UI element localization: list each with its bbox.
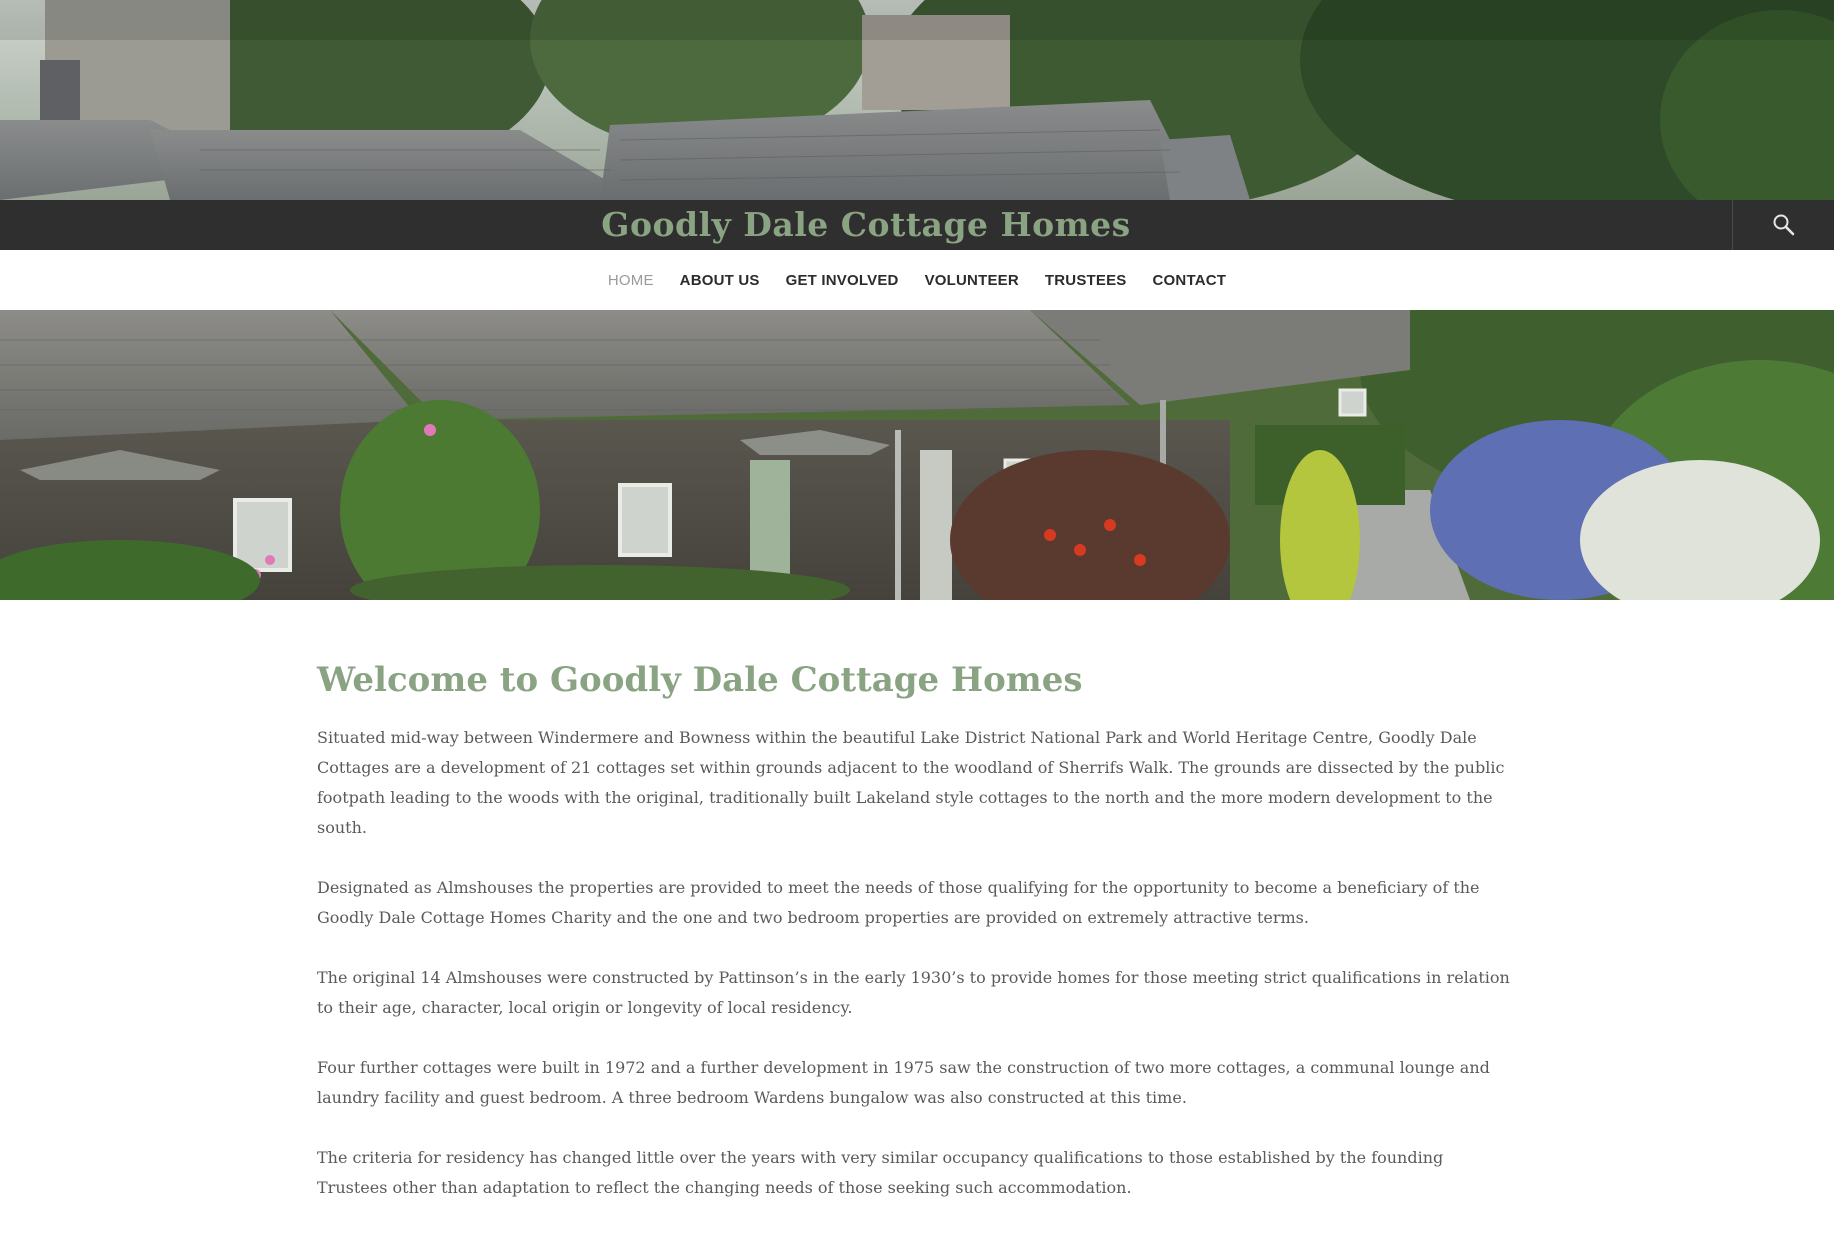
search-icon [1773, 214, 1794, 236]
search-button[interactable] [1733, 200, 1834, 250]
site-header: Goodly Dale Cottage Homes [0, 200, 1834, 250]
main-content: Welcome to Goodly Dale Cottage Homes Sit… [317, 650, 1517, 1233]
criteria-paragraph: The criteria for residency has changed l… [317, 1147, 1444, 1197]
site-title-link[interactable]: Goodly Dale Cottage Homes [0, 200, 1732, 250]
header-banner-image [0, 0, 1834, 200]
nav-item-contact[interactable]: CONTACT [1153, 272, 1227, 289]
hero-image [0, 310, 1834, 600]
nav-item-home[interactable]: HOME [608, 272, 654, 289]
nav-item-trustees[interactable]: TRUSTEES [1045, 272, 1127, 289]
nav-item-get-involved[interactable]: GET INVOLVED [786, 272, 899, 289]
nav-item-volunteer[interactable]: VOLUNTEER [925, 272, 1019, 289]
almshouses-paragraph: Designated as Almshouses the properties … [317, 877, 1480, 927]
page-title: Welcome to Goodly Dale Cottage Homes [317, 660, 1083, 700]
main-navigation: HOME ABOUT US GET INVOLVED VOLUNTEER TRU… [0, 250, 1834, 310]
nav-item-about-us[interactable]: ABOUT US [680, 272, 760, 289]
history-paragraph: The original 14 Almshouses were construc… [317, 967, 1510, 1017]
intro-paragraph: Situated mid-way between Windermere and … [317, 727, 1505, 837]
development-paragraph: Four further cottages were built in 1972… [317, 1057, 1490, 1107]
